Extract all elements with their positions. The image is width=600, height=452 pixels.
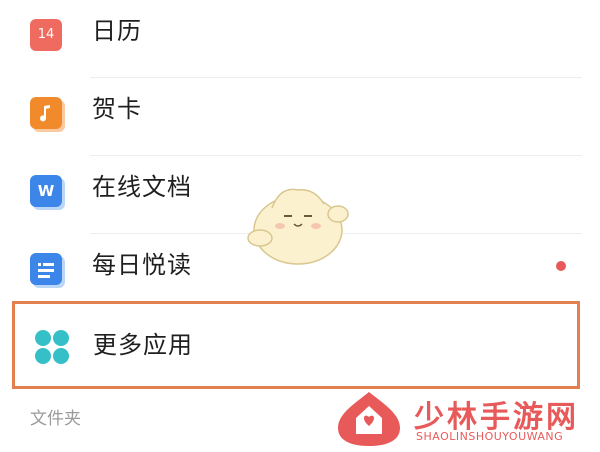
list-item-label: 更多应用 bbox=[93, 331, 193, 359]
list-item-label: 每日悦读 bbox=[92, 251, 192, 279]
music-card-icon bbox=[30, 97, 62, 129]
list-item-greeting-card[interactable]: 贺卡 bbox=[0, 78, 600, 156]
unread-dot bbox=[556, 261, 566, 271]
mascot-illustration bbox=[247, 188, 349, 265]
word-doc-icon: W bbox=[30, 175, 62, 207]
watermark-logo-icon bbox=[338, 392, 400, 446]
list-item-more-apps[interactable]: 更多应用 bbox=[12, 301, 580, 389]
watermark: 少林手游网 SHAOLINSHOUYOUWANG bbox=[334, 390, 600, 450]
reading-doc-icon bbox=[30, 253, 62, 285]
list-item-calendar[interactable]: 14 日历 bbox=[0, 0, 600, 78]
calendar-icon: 14 bbox=[30, 19, 62, 51]
list-item-label: 在线文档 bbox=[92, 173, 192, 201]
more-apps-icon bbox=[35, 330, 69, 364]
list-item-label: 日历 bbox=[92, 17, 142, 45]
watermark-subtitle: SHAOLINSHOUYOUWANG bbox=[416, 430, 564, 443]
list-item-label: 贺卡 bbox=[92, 95, 142, 123]
section-label-folders: 文件夹 bbox=[30, 409, 81, 429]
